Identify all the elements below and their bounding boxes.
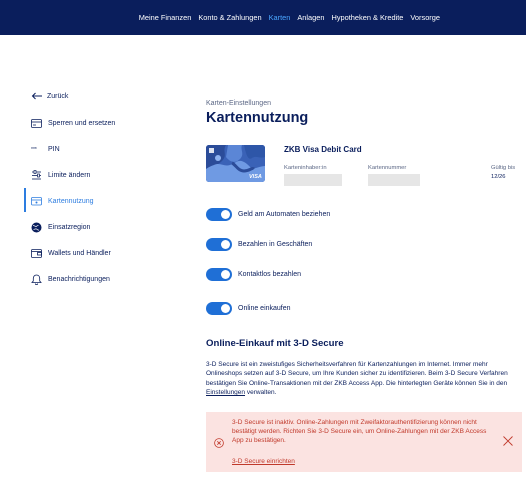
secure-paragraph-end: verwalten. <box>245 388 277 396</box>
sidebar: Zurück Sperren und ersetzen *** PIN Limi… <box>24 0 174 479</box>
svg-text:***: *** <box>31 147 37 152</box>
card-holder-label: Karteninhaber:in <box>284 165 327 171</box>
toggle-switch[interactable] <box>206 302 232 315</box>
sidebar-active-indicator <box>24 188 26 212</box>
sidebar-item-label: Wallets und Händler <box>48 249 111 257</box>
secure-paragraph: 3-D Secure ist ein zweistufiges Sicherhe… <box>206 360 522 397</box>
sidebar-item-wallets[interactable]: Wallets und Händler <box>31 246 111 260</box>
breadcrumb: Karten-Einstellungen <box>206 100 271 107</box>
bell-icon <box>31 274 42 285</box>
page-title: Kartennutzung <box>206 110 309 126</box>
globe-icon <box>31 222 42 233</box>
sidebar-item-limite[interactable]: Limite ändern <box>31 168 90 182</box>
toggle-switch[interactable] <box>206 208 232 221</box>
sidebar-item-label: Limite ändern <box>48 171 91 179</box>
toggle-label: Bezahlen in Geschäften <box>238 241 313 248</box>
toggle-switch[interactable] <box>206 268 232 281</box>
card-usage-icon <box>31 196 42 207</box>
toggle-label: Geld am Automaten beziehen <box>238 211 331 218</box>
sidebar-item-einsatzregion[interactable]: Einsatzregion <box>31 220 90 234</box>
card-brand: VISA <box>249 174 262 180</box>
toggle-label: Online einkaufen <box>238 305 291 312</box>
error-circle-icon <box>214 435 224 448</box>
toggle-row-kontaktlos[interactable]: Kontaktlos bezahlen <box>206 268 301 281</box>
card-image: VISA <box>206 145 265 182</box>
sidebar-item-kartennutzung[interactable]: Kartennutzung <box>31 194 94 208</box>
sidebar-item-pin[interactable]: *** PIN <box>31 142 60 156</box>
wallet-icon <box>31 248 42 259</box>
card-holder-value <box>284 174 342 186</box>
back-link[interactable]: Zurück <box>31 92 68 101</box>
einstellungen-link[interactable]: Einstellungen <box>206 389 245 396</box>
secure-alert: 3-D Secure ist inaktiv. Online-Zahlungen… <box>206 412 522 472</box>
secure-heading: Online-Einkauf mit 3-D Secure <box>206 338 344 349</box>
alert-message: 3-D Secure ist inaktiv. Online-Zahlungen… <box>232 419 487 444</box>
back-label: Zurück <box>47 93 69 100</box>
card-number-label: Kartennummer <box>368 165 407 171</box>
card-expiry-label: Gültig bis <box>491 165 516 171</box>
toggle-knob <box>221 210 230 219</box>
limit-sliders-icon <box>31 169 42 181</box>
setup-3d-secure-link[interactable]: 3-D Secure einrichten <box>232 458 295 465</box>
card-expiry-value: 12/26 <box>491 174 506 180</box>
close-icon[interactable] <box>502 434 514 446</box>
sidebar-item-label: Kartennutzung <box>48 197 94 205</box>
card-name: ZKB Visa Debit Card <box>284 145 362 154</box>
toggle-switch[interactable] <box>206 238 232 251</box>
toggle-knob <box>221 240 230 249</box>
pin-dots-icon: *** <box>31 144 42 155</box>
card-number-value <box>368 174 420 186</box>
sidebar-item-label: Sperren und ersetzen <box>48 119 116 127</box>
main-content: Karten-Einstellungen Kartennutzung VISA … <box>206 0 522 479</box>
sidebar-item-benachrichtigungen[interactable]: Benachrichtigungen <box>31 272 110 286</box>
toggle-knob <box>221 270 230 279</box>
toggle-row-geschaefte[interactable]: Bezahlen in Geschäften <box>206 238 312 251</box>
arrow-left-icon <box>31 92 43 101</box>
toggle-label: Kontaktlos bezahlen <box>238 271 302 278</box>
sidebar-item-label: Benachrichtigungen <box>48 275 110 283</box>
sidebar-item-sperren[interactable]: Sperren und ersetzen <box>31 116 115 130</box>
sidebar-item-label: PIN <box>48 145 60 153</box>
toggle-row-online[interactable]: Online einkaufen <box>206 302 291 315</box>
toggle-row-automaten[interactable]: Geld am Automaten beziehen <box>206 208 330 221</box>
sidebar-item-label: Einsatzregion <box>48 223 91 231</box>
toggle-knob <box>221 304 230 313</box>
card-replace-icon <box>31 118 42 129</box>
secure-paragraph-text: 3-D Secure ist ein zweistufiges Sicherhe… <box>206 361 508 387</box>
